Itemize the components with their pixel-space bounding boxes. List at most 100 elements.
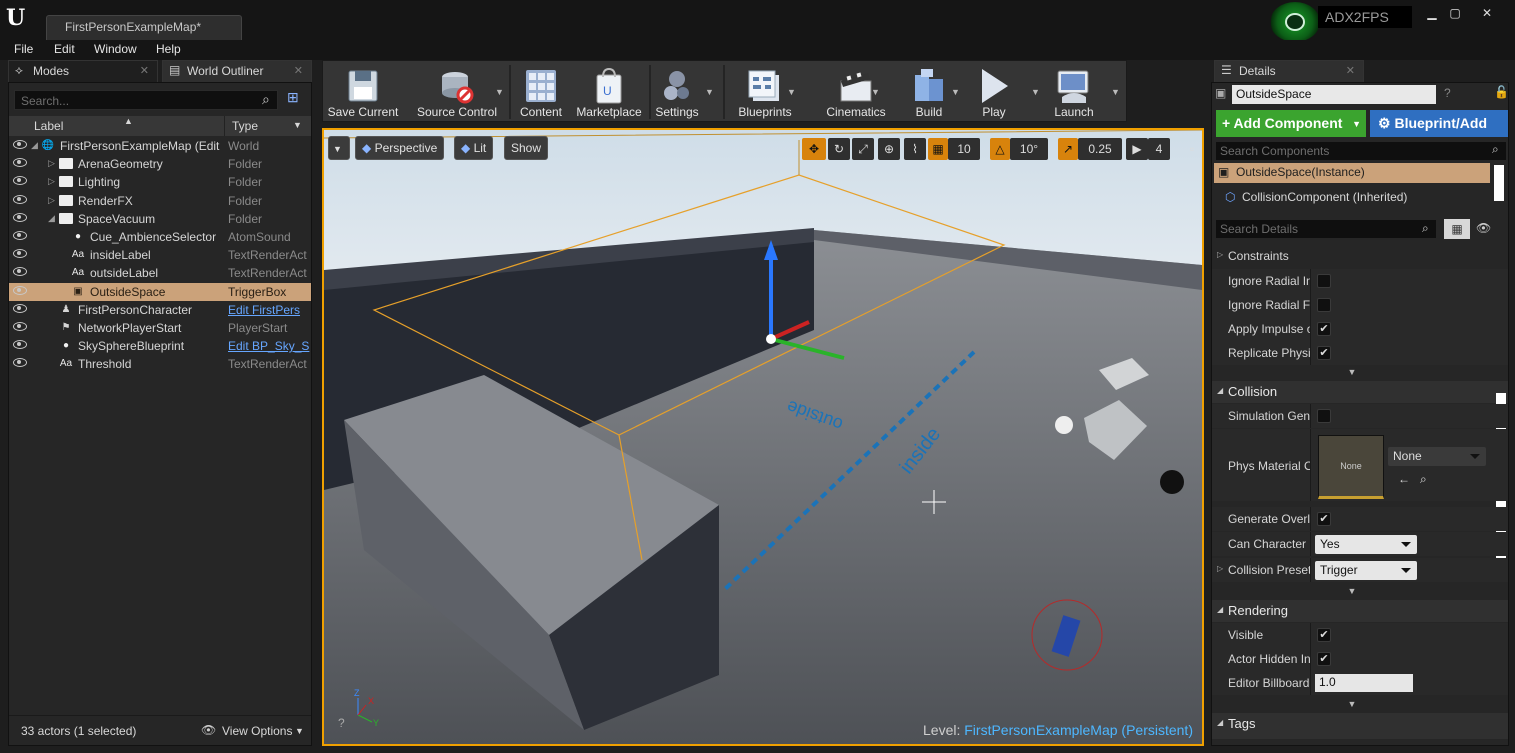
chevron-down-icon[interactable]: ▼ <box>787 87 796 97</box>
close-icon[interactable]: ✕ <box>1476 6 1498 22</box>
save-current-button[interactable]: Save Current <box>325 63 401 121</box>
checkbox[interactable]: ✔ <box>1317 628 1331 642</box>
menu-file[interactable]: File <box>14 42 33 56</box>
component-collision[interactable]: ⬡ CollisionComponent (Inherited) <box>1222 188 1482 208</box>
document-tab[interactable]: FirstPersonExampleMap* <box>46 15 242 40</box>
outliner-row[interactable]: Aa Threshold TextRenderAct <box>9 355 311 373</box>
viewport-options-button[interactable]: ▼ <box>328 136 350 160</box>
search-icon[interactable]: ⌕ <box>262 91 270 108</box>
add-folder-icon[interactable]: ⊞ <box>287 89 299 106</box>
outliner-row[interactable]: ● SkySphereBlueprint Edit BP_Sky_S <box>9 337 311 355</box>
search-components-input[interactable]: Search Components <box>1216 142 1506 160</box>
level-viewport[interactable]: outside inside Z X Y ▼ ◆ Perspective ◆ L… <box>322 128 1204 746</box>
close-tab-icon[interactable]: ✕ <box>1346 64 1355 77</box>
content-button[interactable]: Content <box>513 63 569 121</box>
chevron-down-icon[interactable]: ▼ <box>495 87 504 97</box>
can-character-select[interactable]: Yes <box>1315 535 1417 554</box>
col-type[interactable]: Type <box>232 119 258 133</box>
show-button[interactable]: Show <box>504 136 549 160</box>
checkbox[interactable]: ✔ <box>1317 346 1331 360</box>
chevron-down-icon[interactable]: ▼ <box>951 87 960 97</box>
eye-icon[interactable] <box>13 358 27 368</box>
search-details-input[interactable]: Search Details <box>1216 220 1436 238</box>
rotation-snap-value[interactable]: 10° <box>1010 138 1048 160</box>
checkbox[interactable] <box>1317 409 1331 423</box>
scale-icon[interactable]: ⤢ <box>852 138 874 160</box>
source-control-button[interactable]: Source Control <box>409 63 505 121</box>
rotate-icon[interactable]: ↻ <box>828 138 850 160</box>
phys-material-thumbnail[interactable]: None <box>1318 435 1384 499</box>
checkbox[interactable]: ✔ <box>1317 652 1331 666</box>
eye-icon[interactable] <box>13 158 27 168</box>
search-icon[interactable]: ⌕ <box>1422 221 1429 236</box>
component-scrollbar[interactable] <box>1494 165 1504 201</box>
translate-icon[interactable]: ✥ <box>802 138 826 160</box>
marketplace-button[interactable]: U Marketplace <box>573 63 645 121</box>
eye-icon[interactable] <box>13 176 27 186</box>
blueprint-button[interactable]: ⚙ Blueprint/Add <box>1370 110 1508 137</box>
maximize-icon[interactable]: ▢ <box>1444 6 1466 22</box>
launch-button[interactable]: Launch <box>1045 63 1103 121</box>
outliner-row[interactable]: ▷ Lighting Folder <box>9 173 311 191</box>
visibility-eye-icon[interactable]: 👁 <box>1476 221 1491 235</box>
surface-snap-icon[interactable]: ⌇ <box>904 138 926 160</box>
eye-icon[interactable] <box>13 267 27 277</box>
eye-icon[interactable] <box>13 231 27 240</box>
outliner-row[interactable]: ♟ FirstPersonCharacter Edit FirstPers <box>9 301 311 319</box>
outliner-row[interactable]: ⚑ NetworkPlayerStart PlayerStart <box>9 319 311 337</box>
collapse-arrow-icon[interactable]: ◢ <box>31 140 38 151</box>
component-root[interactable]: ▣ OutsideSpace(Instance) <box>1214 163 1490 183</box>
settings-button[interactable]: Settings <box>649 63 705 121</box>
chevron-down-icon[interactable]: ▼ <box>1031 87 1040 97</box>
row-type-link[interactable]: Edit BP_Sky_S <box>228 339 310 353</box>
eye-icon[interactable] <box>13 340 27 350</box>
grid-snap-icon[interactable]: ▦ <box>928 138 948 160</box>
outliner-row[interactable]: ◢ 🌐 FirstPersonExampleMap (Edit World <box>9 137 311 155</box>
minimize-icon[interactable]: ▁ <box>1421 6 1443 22</box>
view-options-button[interactable]: View Options <box>222 724 292 738</box>
row-type-link[interactable]: Edit FirstPers <box>228 303 310 317</box>
grid-snap-value[interactable]: 10 <box>948 138 980 160</box>
expand-arrow-icon[interactable]: ▷ <box>48 158 55 169</box>
outliner-row[interactable]: Aa insideLabel TextRenderAct <box>9 246 311 264</box>
checkbox[interactable] <box>1317 274 1331 288</box>
tab-modes[interactable]: ⟡ Modes ✕ <box>8 60 158 82</box>
chevron-down-icon[interactable]: ▼ <box>295 726 304 736</box>
help-icon[interactable]: ? <box>338 716 345 730</box>
col-label[interactable]: Label <box>34 119 63 133</box>
search-icon[interactable]: ⌕ <box>1492 142 1499 157</box>
billboard-scale-input[interactable]: 1.0 <box>1315 674 1413 692</box>
collision-preset-select[interactable]: Trigger <box>1315 561 1417 580</box>
camera-speed-icon[interactable]: ▶ <box>1126 138 1148 160</box>
outliner-row[interactable]: ▣ OutsideSpace TriggerBox <box>9 282 311 301</box>
property-matrix-icon[interactable]: ▦ <box>1444 219 1470 239</box>
chevron-down-icon[interactable]: ▼ <box>1111 87 1120 97</box>
tab-details[interactable]: ☰ Details ✕ <box>1214 60 1364 82</box>
chevron-down-icon[interactable]: ▼ <box>705 87 714 97</box>
add-component-button[interactable]: + Add Component ▼ <box>1216 110 1366 137</box>
perspective-button[interactable]: ◆ Perspective <box>355 136 445 160</box>
checkbox[interactable]: ✔ <box>1317 512 1331 526</box>
eye-icon[interactable] <box>13 322 27 331</box>
menu-edit[interactable]: Edit <box>54 42 75 56</box>
menu-window[interactable]: Window <box>94 42 137 56</box>
collapse-arrow-icon[interactable]: ◢ <box>48 213 55 224</box>
outliner-row[interactable]: ◢ SpaceVacuum Folder <box>9 210 311 228</box>
world-local-icon[interactable]: ⊕ <box>878 138 900 160</box>
eye-icon[interactable] <box>13 194 27 204</box>
eye-icon[interactable] <box>13 285 27 295</box>
cinematics-button[interactable]: Cinematics <box>815 63 897 121</box>
menu-help[interactable]: Help <box>156 42 181 56</box>
eye-icon[interactable] <box>13 303 27 313</box>
collision-section[interactable]: ◢ Collision <box>1212 381 1508 403</box>
lock-icon[interactable]: 🔓 <box>1494 85 1508 99</box>
help-icon[interactable]: ? <box>1444 86 1451 100</box>
outliner-row[interactable]: Aa outsideLabel TextRenderAct <box>9 264 311 282</box>
more-collision-icon[interactable]: ▼ <box>1212 586 1492 598</box>
actor-name-input[interactable]: OutsideSpace <box>1232 85 1436 104</box>
checkbox[interactable]: ✔ <box>1317 322 1331 336</box>
eye-icon[interactable] <box>13 212 27 222</box>
eye-icon[interactable] <box>13 249 27 259</box>
outliner-row[interactable]: ● Cue_AmbienceSelector AtomSound <box>9 228 311 246</box>
rendering-section[interactable]: ◢ Rendering <box>1212 600 1508 622</box>
